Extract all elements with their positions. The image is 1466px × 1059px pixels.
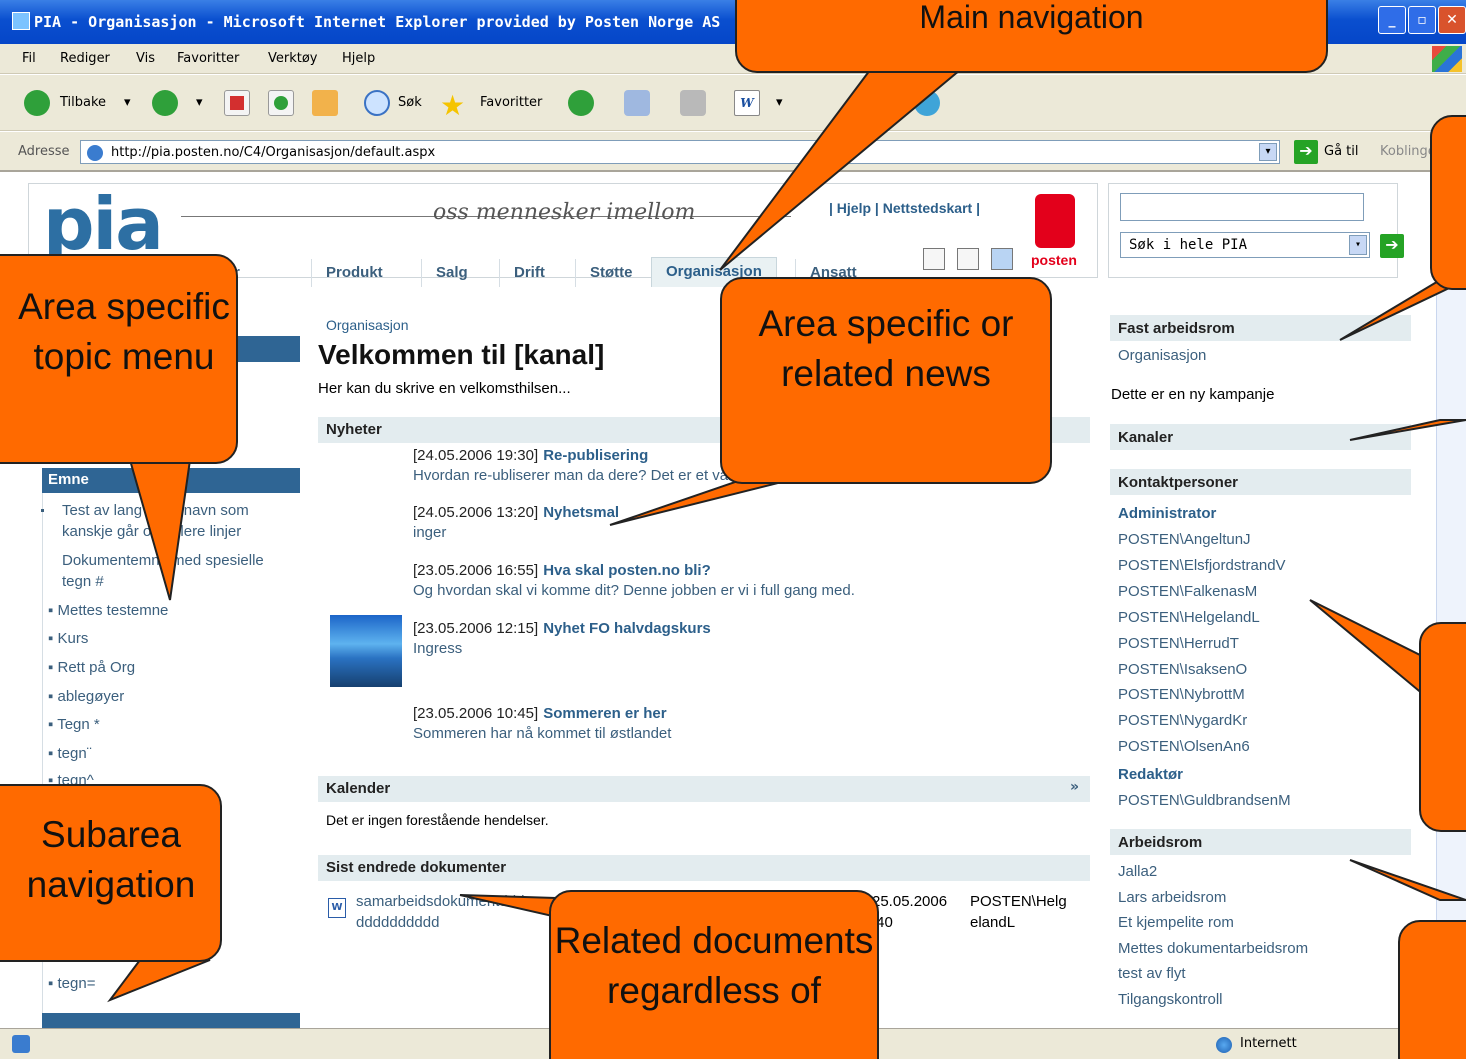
callout-topic-menu: Area specific topic menu: [0, 254, 238, 464]
callout-related-documents: Related documents regardless of: [549, 890, 879, 1059]
right-pointer-3: [1309, 599, 1431, 703]
callout-right-1: [1430, 115, 1466, 290]
subarea-pointer: [107, 959, 211, 1003]
topic-menu-pointer: [128, 459, 192, 601]
main-nav-pointer: [719, 69, 963, 271]
callout-subarea-navigation: Subarea navigation: [0, 784, 222, 962]
callout-right-2: [1419, 622, 1466, 832]
callout-news: Area specific or related news: [720, 277, 1052, 484]
right-pointer-4: [1349, 859, 1466, 901]
callout-main-navigation: Main navigation: [735, 0, 1328, 73]
callout-right-3: [1398, 920, 1466, 1059]
right-pointer-2: [1349, 419, 1466, 441]
